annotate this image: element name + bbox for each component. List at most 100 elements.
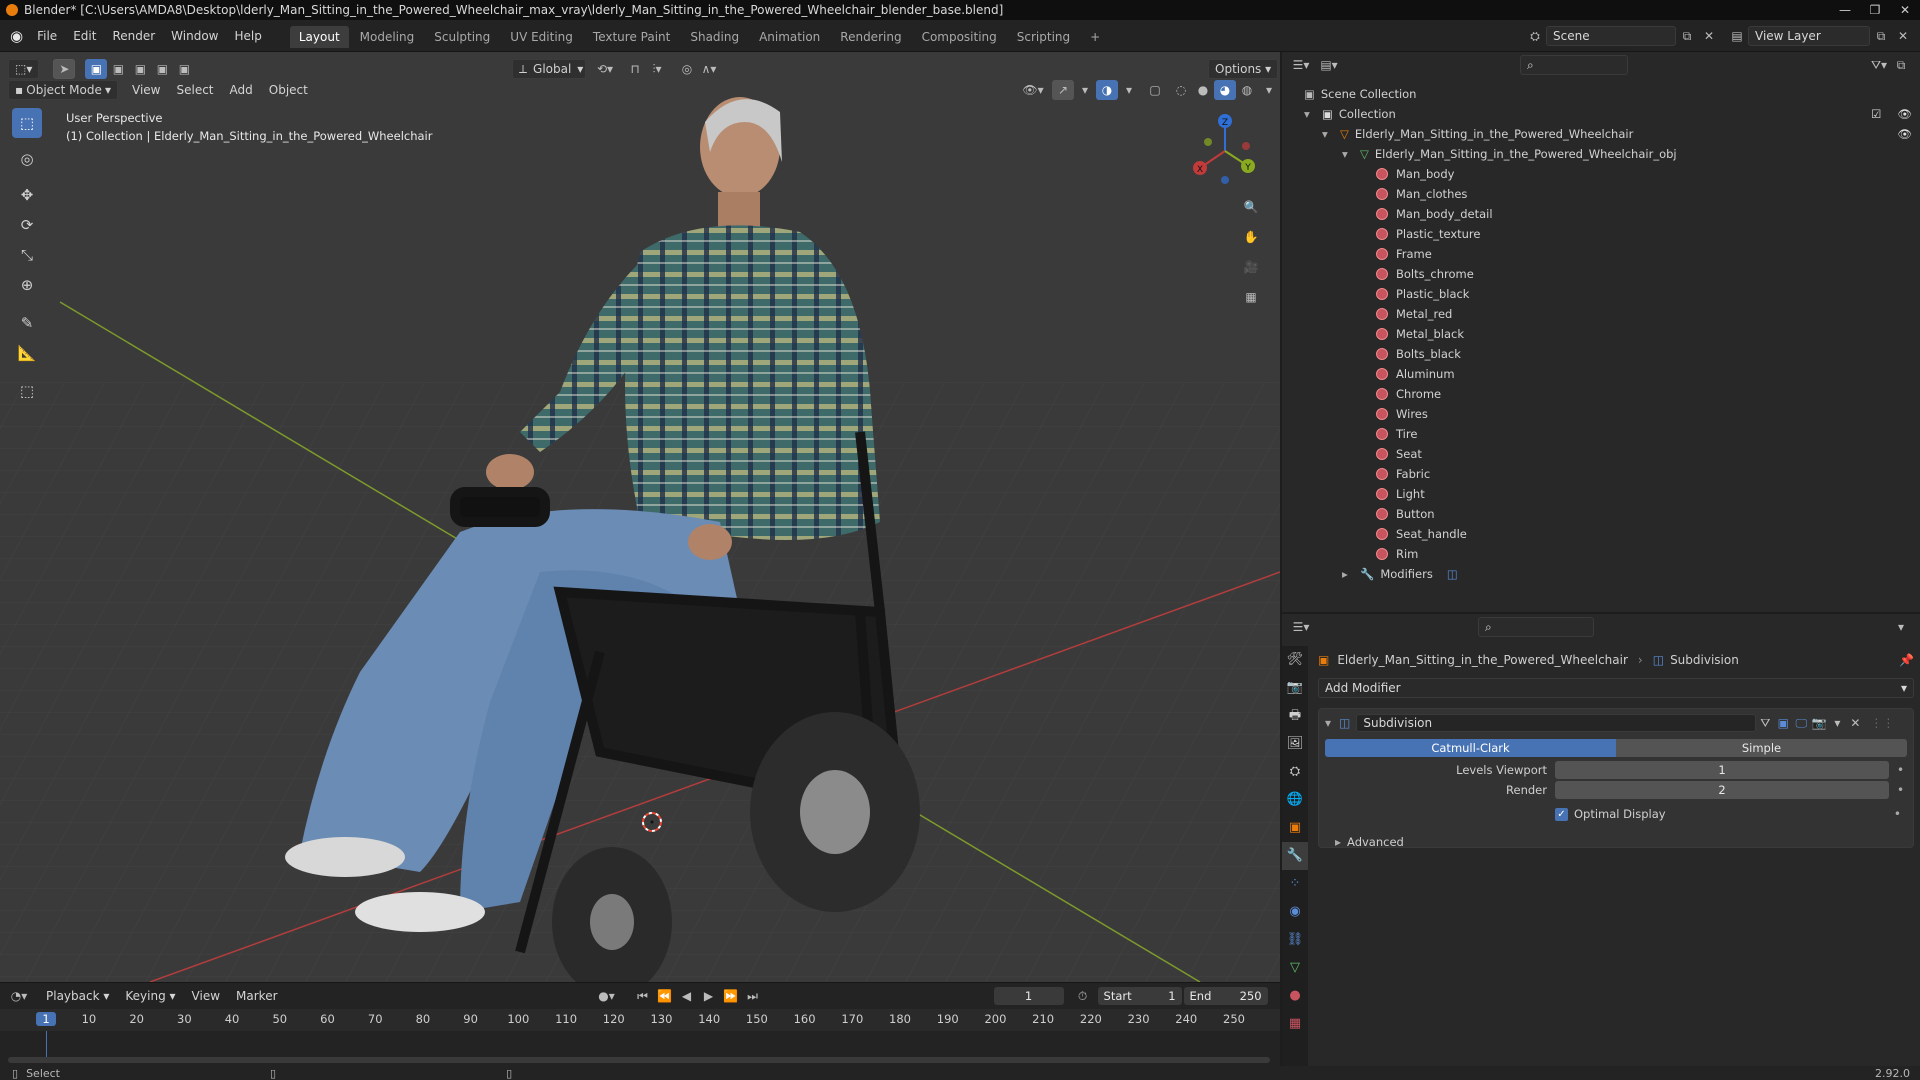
current-frame-field[interactable]: 1 — [993, 987, 1064, 1005]
collection-eye-icon[interactable]: 👁 — [1897, 107, 1912, 121]
jump-keyframe-forward-icon[interactable]: ⏩ — [720, 986, 742, 1006]
data-tab-icon[interactable]: ▽ — [1282, 954, 1308, 982]
collection-row[interactable]: ▾ ▣ Collection ☑ 👁 — [1304, 104, 1920, 124]
rendered-shading-icon[interactable]: ◍ — [1236, 80, 1258, 100]
catmull-clark-button[interactable]: Catmull-Clark — [1325, 739, 1616, 757]
material-item[interactable]: Chrome — [1376, 384, 1920, 404]
jump-end-icon[interactable]: ⏭ — [742, 986, 764, 1006]
expand-arrow-icon[interactable]: ▸ — [1342, 567, 1354, 581]
select-tool-icon[interactable]: ➤ — [53, 59, 76, 79]
realtime-display-icon[interactable]: 🖵 — [1792, 713, 1810, 733]
tab-compositing[interactable]: Compositing — [913, 26, 1006, 48]
minimize-button[interactable]: — — [1830, 1, 1860, 19]
menu-help[interactable]: Help — [227, 29, 270, 43]
tab-rendering[interactable]: Rendering — [831, 26, 910, 48]
tab-layout[interactable]: Layout — [289, 25, 349, 48]
preview-range-icon[interactable]: ⏱ — [1072, 986, 1094, 1006]
record-icon[interactable]: ●▾ — [596, 986, 618, 1006]
material-item[interactable]: Rim — [1376, 544, 1920, 564]
modifier-name-field[interactable]: Subdivision — [1356, 714, 1757, 732]
material-item[interactable]: Bolts_black — [1376, 344, 1920, 364]
timeline-editor-icon[interactable]: ◔▾ — [8, 986, 30, 1006]
menu-playback[interactable]: Playback ▾ — [38, 989, 117, 1003]
menu-window[interactable]: Window — [163, 29, 226, 43]
tool-tab-icon[interactable]: 🛠 — [1282, 646, 1308, 674]
add-modifier-dropdown[interactable]: Add Modifier ▾ — [1318, 678, 1914, 698]
visibility-icon[interactable]: 👁▾ — [1022, 80, 1044, 100]
physics-tab-icon[interactable]: ◉ — [1282, 898, 1308, 926]
material-item[interactable]: Man_clothes — [1376, 184, 1920, 204]
pan-hand-icon[interactable]: ✋ — [1240, 222, 1262, 252]
shading-dropdown-icon[interactable]: ▾ — [1258, 80, 1280, 100]
select-new-icon[interactable]: ▣ — [85, 59, 108, 79]
3d-viewport[interactable]: ⬚▾ ➤ ▣ ▣ ▣ ▣ ▣ ⟂ Global ▾ ⟲▾ ⊓ ⫶▾ ◎ ∧▾ Op… — [0, 52, 1280, 982]
measure-tool[interactable]: 📐 — [12, 338, 42, 368]
menu-marker[interactable]: Marker — [228, 989, 285, 1003]
material-item[interactable]: Metal_red — [1376, 304, 1920, 324]
tab-scripting[interactable]: Scripting — [1008, 26, 1079, 48]
texture-tab-icon[interactable]: ▦ — [1282, 1010, 1308, 1038]
collapse-arrow-icon[interactable]: ▾ — [1304, 107, 1316, 121]
select-subtract-icon[interactable]: ▣ — [129, 59, 151, 79]
editor-type-icon[interactable]: ⬚▾ — [8, 59, 40, 79]
advanced-subpanel[interactable]: ▸ Advanced — [1325, 833, 1907, 851]
keyframe-dot-icon[interactable]: • — [1897, 783, 1904, 797]
zoom-icon[interactable]: 🔍 — [1240, 192, 1262, 222]
select-box-tool[interactable]: ⬚ — [12, 108, 42, 138]
gizmo-toggle-icon[interactable]: ↗ — [1052, 80, 1074, 100]
select-intersect-icon[interactable]: ▣ — [173, 59, 195, 79]
move-tool[interactable]: ✥ — [12, 180, 42, 210]
properties-editor-icon[interactable]: ☰▾ — [1290, 617, 1312, 637]
material-item[interactable]: Bolts_chrome — [1376, 264, 1920, 284]
scene-collection-row[interactable]: ▣ Scene Collection — [1304, 84, 1920, 104]
material-item[interactable]: Plastic_texture — [1376, 224, 1920, 244]
new-collection-icon[interactable]: ⧉ — [1890, 55, 1912, 75]
maximize-button[interactable]: ❐ — [1860, 1, 1890, 19]
xray-icon[interactable]: ▢ — [1144, 80, 1166, 100]
perspective-grid-icon[interactable]: ▦ — [1240, 282, 1262, 312]
material-item[interactable]: Aluminum — [1376, 364, 1920, 384]
collapse-arrow-icon[interactable]: ▾ — [1325, 716, 1339, 730]
start-frame-field[interactable]: Start 1 — [1097, 987, 1182, 1005]
new-scene-icon[interactable]: ⧉ — [1676, 26, 1698, 46]
scene-icon[interactable]: ⛭ — [1524, 26, 1546, 46]
menu-timeline-view[interactable]: View — [184, 989, 228, 1003]
view-layer-tab-icon[interactable]: 🖼 — [1282, 730, 1308, 758]
blender-menu-icon[interactable]: ◉ — [10, 27, 23, 45]
mesh-row[interactable]: ▾ ▽ Elderly_Man_Sitting_in_the_Powered_W… — [1304, 144, 1920, 164]
properties-search-input[interactable]: ⌕ — [1478, 617, 1594, 637]
material-preview-shading-icon[interactable]: ◕ — [1214, 80, 1236, 100]
overlay-dropdown-icon[interactable]: ▾ — [1118, 80, 1140, 100]
menu-view[interactable]: View — [124, 83, 168, 97]
output-tab-icon[interactable]: 🖶 — [1282, 702, 1308, 730]
collection-checkbox-icon[interactable]: ☑ — [1871, 107, 1881, 121]
add-cube-tool[interactable]: ⬚ — [12, 376, 42, 406]
modifiers-row[interactable]: ▸ 🔧 Modifiers ◫ — [1304, 564, 1920, 584]
jump-start-icon[interactable]: ⏮ — [632, 986, 654, 1006]
add-workspace-button[interactable]: + — [1081, 26, 1109, 48]
material-item[interactable]: Fabric — [1376, 464, 1920, 484]
keyframe-dot-icon[interactable]: • — [1894, 807, 1901, 821]
falloff-icon[interactable]: ∧▾ — [698, 59, 720, 79]
proportional-edit-icon[interactable]: ◎ — [676, 59, 698, 79]
select-extend-icon[interactable]: ▣ — [107, 59, 129, 79]
tab-animation[interactable]: Animation — [750, 26, 829, 48]
cursor-tool[interactable]: ◎ — [12, 144, 42, 174]
object-row[interactable]: ▾ ▽ Elderly_Man_Sitting_in_the_Powered_W… — [1304, 124, 1920, 144]
camera-view-icon[interactable]: 🎥 — [1240, 252, 1262, 282]
material-item[interactable]: Plastic_black — [1376, 284, 1920, 304]
scene-tab-icon[interactable]: ⛭ — [1282, 758, 1308, 786]
collapse-arrow-icon[interactable]: ▾ — [1342, 147, 1354, 161]
levels-viewport-field[interactable]: 1 — [1555, 761, 1889, 779]
options-dropdown[interactable]: Options ▾ — [1208, 59, 1279, 79]
menu-render[interactable]: Render — [104, 29, 163, 43]
menu-keying[interactable]: Keying ▾ — [117, 989, 183, 1003]
delete-scene-icon[interactable]: ✕ — [1698, 26, 1720, 46]
select-invert-icon[interactable]: ▣ — [151, 59, 173, 79]
edit-mode-icon[interactable]: ▣ — [1774, 713, 1792, 733]
tab-uv-editing[interactable]: UV Editing — [501, 26, 582, 48]
modifier-tab-icon[interactable]: 🔧 — [1282, 842, 1308, 870]
tab-modeling[interactable]: Modeling — [351, 26, 424, 48]
transform-orientation-dropdown[interactable]: ⟂ Global ▾ — [512, 59, 586, 79]
object-mode-dropdown[interactable]: ▪ Object Mode ▾ — [8, 80, 118, 100]
